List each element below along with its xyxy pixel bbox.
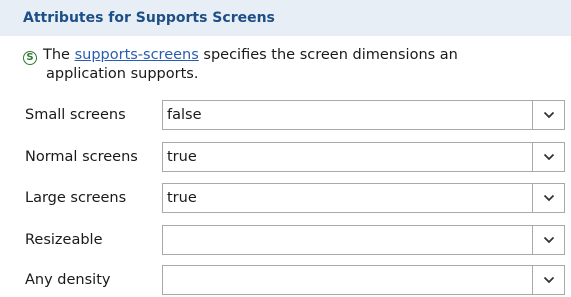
small-screens-value: false [167, 107, 202, 123]
field-row-normal-screens: Normal screens true [0, 142, 571, 172]
large-screens-combo[interactable]: true [162, 183, 565, 213]
small-screens-label: Small screens [25, 107, 126, 123]
description-suffix: specifies the screen dimensions an [198, 47, 458, 63]
section-header: Attributes for Supports Screens [0, 0, 571, 36]
normal-screens-value: true [167, 149, 197, 165]
any-density-combo[interactable] [162, 265, 565, 295]
s-circle-icon: S [23, 51, 37, 65]
large-screens-label: Large screens [25, 190, 127, 206]
attributes-panel: Attributes for Supports Screens S The sup… [0, 0, 571, 297]
chevron-down-icon[interactable] [532, 266, 564, 294]
small-screens-combo[interactable]: false [162, 100, 565, 130]
supports-screens-link[interactable]: supports-screens [75, 47, 199, 63]
section-title: Attributes for Supports Screens [23, 10, 275, 26]
chevron-down-icon[interactable] [532, 101, 564, 129]
resizeable-combo[interactable] [162, 225, 565, 255]
field-row-resizeable: Resizeable [0, 225, 571, 255]
large-screens-value: true [167, 190, 197, 206]
chevron-down-icon[interactable] [532, 226, 564, 254]
resizeable-label: Resizeable [25, 232, 103, 248]
normal-screens-combo[interactable]: true [162, 142, 565, 172]
chevron-down-icon[interactable] [532, 184, 564, 212]
field-row-small-screens: Small screens false [0, 100, 571, 130]
description-line-1: S The supports-screens specifies the scre… [23, 46, 553, 65]
normal-screens-label: Normal screens [25, 149, 138, 165]
chevron-down-icon[interactable] [532, 143, 564, 171]
description-prefix: The [43, 47, 75, 63]
element-description: S The supports-screens specifies the scre… [23, 46, 553, 84]
any-density-label: Any density [25, 272, 111, 288]
field-row-large-screens: Large screens true [0, 183, 571, 213]
description-line-2: application supports. [46, 66, 199, 82]
field-row-any-density: Any density [0, 265, 571, 295]
